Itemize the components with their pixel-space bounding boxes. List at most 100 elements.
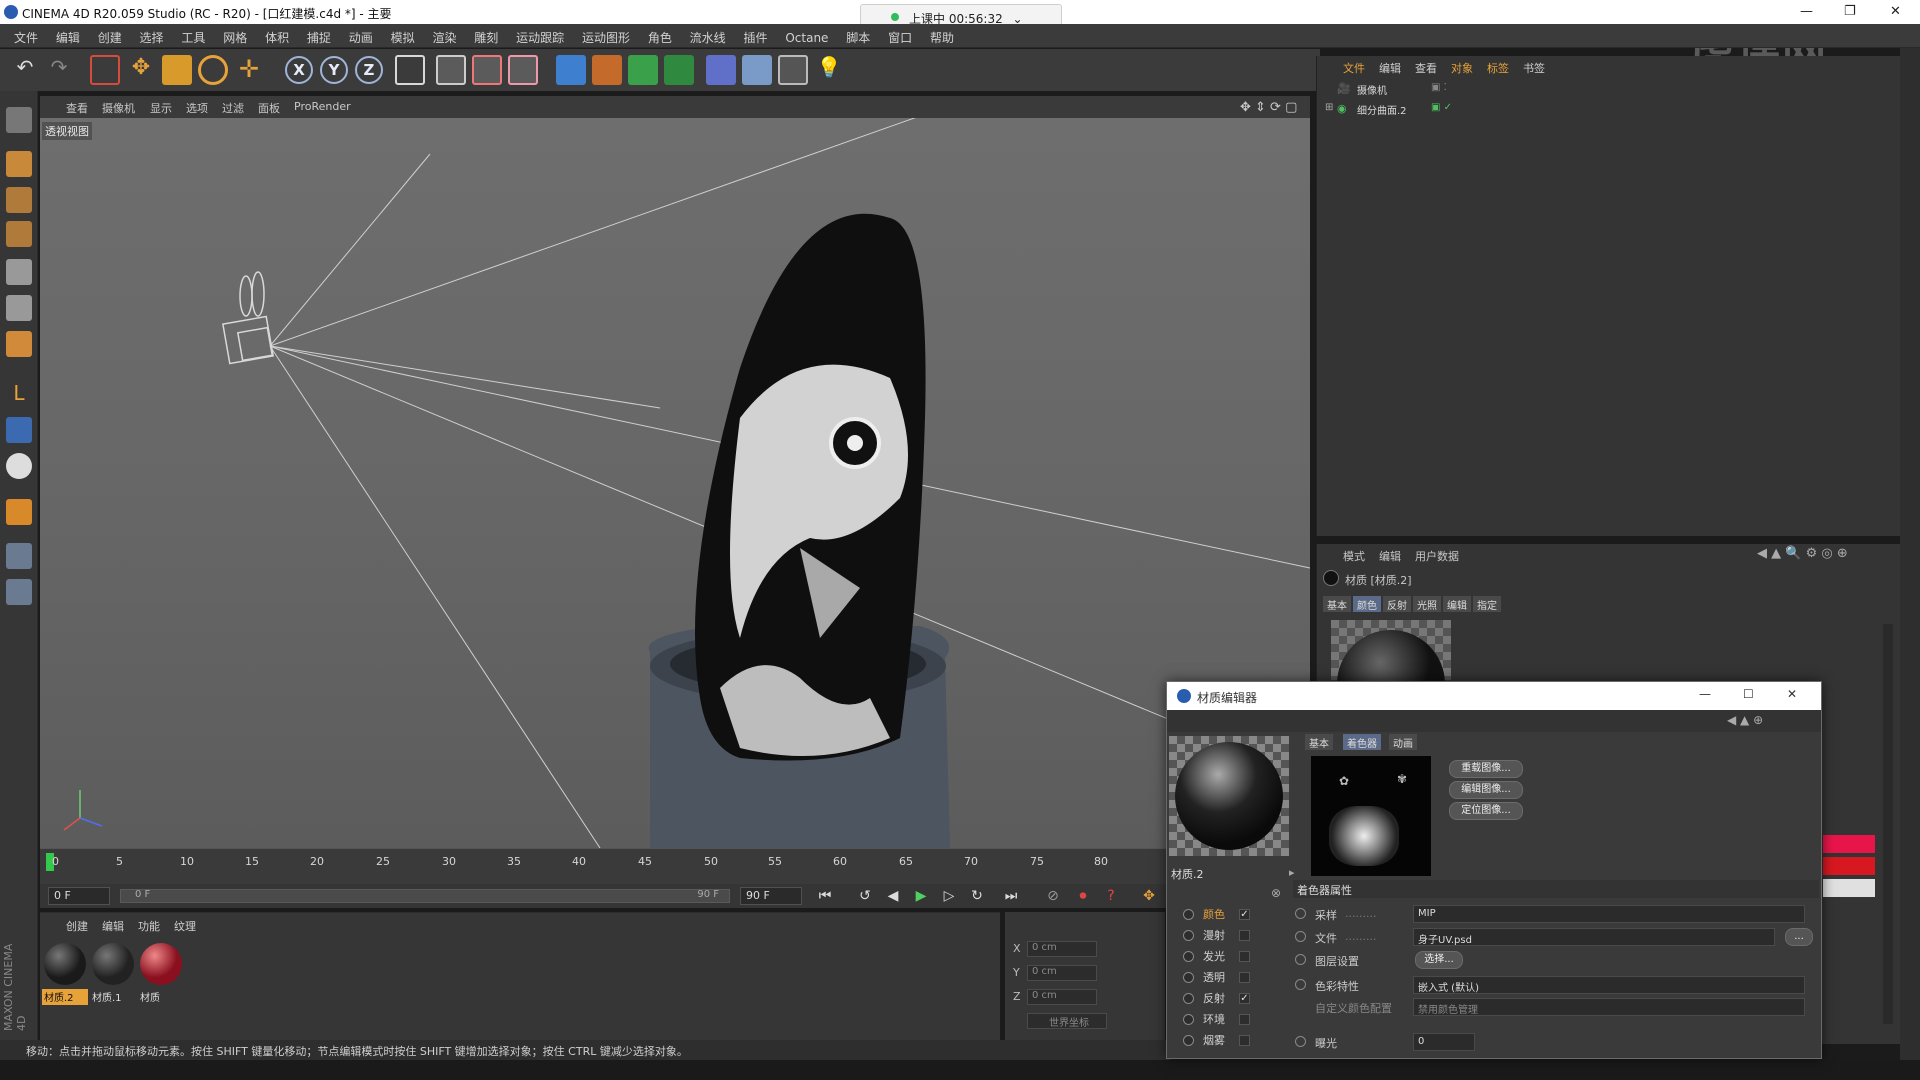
next-key-icon[interactable]: ↻	[966, 887, 988, 905]
restore-button[interactable]: ❐	[1844, 4, 1856, 19]
mat-tab-function[interactable]: 功能	[138, 918, 160, 934]
solo-mode-icon[interactable]	[6, 453, 32, 479]
channel-checkbox[interactable]: ✓	[1239, 909, 1250, 920]
color-swatch[interactable]	[1823, 879, 1875, 897]
mat-tab-create[interactable]: 创建	[66, 918, 88, 934]
am-subtab-editor[interactable]: 编辑	[1443, 596, 1471, 612]
go-to-start-icon[interactable]: ⏮	[814, 887, 836, 905]
coord-y-position[interactable]: 0 cm	[1027, 965, 1097, 981]
color-swatch[interactable]	[1823, 835, 1875, 853]
texture-mode-icon[interactable]	[6, 187, 32, 213]
menu-animate[interactable]: 动画	[349, 29, 373, 46]
cloner-icon[interactable]	[664, 55, 694, 85]
material-link-icon[interactable]: ⊗	[1271, 886, 1281, 900]
menu-motion-tracking[interactable]: 运动跟踪	[516, 29, 564, 46]
tweak-mode-icon[interactable]	[6, 417, 32, 443]
pen-spline-icon[interactable]	[592, 55, 622, 85]
am-subtab-basic[interactable]: 基本	[1323, 596, 1351, 612]
maximize-button[interactable]: ☐	[1743, 687, 1754, 701]
object-row[interactable]: 🎥 摄像机 ▣ ⁚	[1331, 82, 1891, 100]
menu-snap[interactable]: 捕捉	[307, 29, 331, 46]
channel-fog[interactable]: 烟雾	[1179, 1032, 1279, 1050]
me-tab-basic[interactable]: 基本	[1305, 734, 1333, 750]
am-tab-edit[interactable]: 编辑	[1379, 548, 1401, 564]
edges-mode-icon[interactable]	[6, 295, 32, 321]
channel-checkbox[interactable]	[1239, 1035, 1250, 1046]
mat-tab-texture[interactable]: 纹理	[174, 918, 196, 934]
material-swatch[interactable]	[92, 943, 134, 985]
am-subtab-reflect[interactable]: 反射	[1383, 596, 1411, 612]
reload-image-button[interactable]: 重载图像...	[1449, 760, 1523, 778]
om-tab-bookmarks[interactable]: 书签	[1523, 60, 1545, 76]
coord-x-position[interactable]: 0 cm	[1027, 941, 1097, 957]
menu-volume[interactable]: 体积	[265, 29, 289, 46]
enabled-check-icon[interactable]: ▣ ✓	[1431, 102, 1452, 113]
om-tab-view[interactable]: 查看	[1415, 60, 1437, 76]
menu-script[interactable]: 脚本	[846, 29, 870, 46]
workplane-icon[interactable]	[6, 543, 32, 569]
redo-icon[interactable]: ↷	[44, 55, 74, 85]
om-tab-edit[interactable]: 编辑	[1379, 60, 1401, 76]
close-button[interactable]: ✕	[1787, 687, 1797, 701]
live-select-icon[interactable]	[90, 55, 120, 85]
viewport-menu-options[interactable]: 选项	[186, 100, 208, 116]
close-button[interactable]: ✕	[1890, 4, 1901, 19]
axis-mode-icon[interactable]: L	[6, 381, 32, 407]
prop-radio[interactable]	[1295, 931, 1306, 942]
menu-edit[interactable]: 编辑	[56, 29, 80, 46]
z-axis-lock-icon[interactable]: Z	[355, 56, 383, 84]
color-profile-dropdown[interactable]: 嵌入式 (默认)	[1413, 976, 1805, 994]
coord-system-dropdown[interactable]: 世界坐标	[1027, 1013, 1107, 1029]
viewport-navigation-icon[interactable]: ✥ ⇕ ⟳ ▢	[1240, 100, 1297, 115]
menu-pipeline[interactable]: 流水线	[690, 29, 726, 46]
perspective-viewport[interactable]: 透视视图	[40, 118, 1310, 848]
current-frame-field[interactable]: 0 F	[48, 887, 110, 905]
menu-character[interactable]: 角色	[648, 29, 672, 46]
am-tab-mode[interactable]: 模式	[1343, 548, 1365, 564]
prop-radio[interactable]	[1295, 1036, 1306, 1047]
previous-frame-icon[interactable]: ◀	[882, 887, 904, 905]
object-row[interactable]: ⊞ ◉ 细分曲面.2 ▣ ✓	[1325, 102, 1891, 120]
channel-reflectance[interactable]: 反射 ✓	[1179, 990, 1279, 1008]
texture-preview[interactable]: ✿ ✾	[1311, 756, 1431, 876]
visibility-dots-icon[interactable]: ▣ ⁚	[1431, 82, 1447, 93]
recent-tools-icon[interactable]: ✛	[234, 55, 264, 85]
file-path-field[interactable]: 身子UV.psd	[1413, 928, 1775, 946]
y-axis-lock-icon[interactable]: Y	[320, 56, 348, 84]
menu-create[interactable]: 创建	[98, 29, 122, 46]
play-icon[interactable]: ▶	[910, 887, 932, 905]
minimize-button[interactable]: —	[1699, 687, 1711, 701]
menu-mograph[interactable]: 运动图形	[582, 29, 630, 46]
material-label[interactable]: 材质.1	[90, 989, 136, 1005]
move-key-icon[interactable]: ✥	[1138, 887, 1160, 905]
viewport-menu-filter[interactable]: 过滤	[222, 100, 244, 116]
end-frame-field[interactable]: 90 F	[740, 887, 802, 905]
autokey-icon[interactable]: ⏺	[1072, 887, 1094, 905]
channel-luminance[interactable]: 发光	[1179, 948, 1279, 966]
menu-mesh[interactable]: 网格	[223, 29, 247, 46]
channel-checkbox[interactable]	[1239, 930, 1250, 941]
expand-icon[interactable]: ⊞	[1325, 102, 1333, 113]
am-tab-userdata[interactable]: 用户数据	[1415, 548, 1459, 564]
channel-checkbox[interactable]	[1239, 951, 1250, 962]
menu-window[interactable]: 窗口	[888, 29, 912, 46]
am-subtab-assign[interactable]: 指定	[1473, 596, 1501, 612]
me-nav-icons[interactable]: ◀ ▲ ⊕	[1727, 713, 1763, 727]
coord-z-position[interactable]: 0 cm	[1027, 989, 1097, 1005]
me-tab-animation[interactable]: 动画	[1389, 734, 1417, 750]
material-preview-sphere[interactable]	[1169, 736, 1289, 856]
subdivision-surface-icon[interactable]	[628, 55, 658, 85]
frame-range-slider[interactable]: 0 F 90 F	[120, 889, 730, 903]
channel-checkbox[interactable]	[1239, 972, 1250, 983]
mat-tab-edit[interactable]: 编辑	[102, 918, 124, 934]
am-scrollbar[interactable]	[1883, 624, 1893, 1024]
material-swatch[interactable]	[44, 943, 86, 985]
points-mode-icon[interactable]	[6, 259, 32, 285]
material-swatch[interactable]	[140, 943, 182, 985]
polygons-mode-icon[interactable]	[6, 331, 32, 357]
viewport-menu-display[interactable]: 显示	[150, 100, 172, 116]
coordinate-system-icon[interactable]	[395, 55, 425, 85]
move-icon[interactable]: ✥	[126, 55, 156, 85]
previous-key-icon[interactable]: ↺	[854, 887, 876, 905]
viewport-menu-view[interactable]: 查看	[66, 100, 88, 116]
